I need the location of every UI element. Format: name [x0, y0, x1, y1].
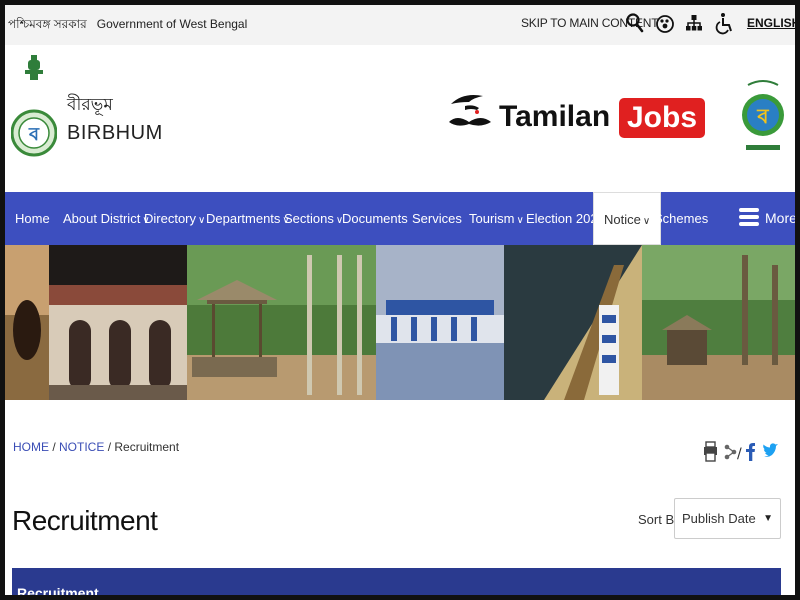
state-name-en: Government of West Bengal: [96, 17, 248, 31]
nav-item-sections[interactable]: Sections ∨: [284, 192, 343, 245]
sort-by-select[interactable]: Publish Date ▼: [674, 498, 781, 539]
chevron-down-icon: ∨: [516, 215, 524, 226]
print-icon: [704, 441, 717, 462]
share-icon: [724, 444, 737, 460]
nav-label: Documents: [342, 211, 408, 226]
banner-photo-forest-hut: [187, 245, 376, 400]
government-label: পশ্চিমবঙ্গ সরকার Government of West Benga…: [8, 16, 257, 36]
district-name-en: BIRBHUM: [67, 122, 163, 144]
search-icon[interactable]: [626, 12, 648, 36]
nav-item-schemes[interactable]: Schemes: [654, 192, 708, 245]
section-heading: Recruitment: [17, 585, 99, 595]
sort-by-value: Publish Date: [682, 511, 756, 526]
district-emblem[interactable]: ব: [10, 55, 58, 181]
ad-brand-text: Tamilan: [499, 100, 611, 133]
svg-text:ব: ব: [756, 104, 769, 128]
nav-label: Directory: [144, 211, 197, 226]
nav-label: Departments: [206, 211, 281, 226]
nav-item-notice[interactable]: Notice ∨: [593, 192, 662, 245]
nav-label: Schemes: [654, 211, 709, 226]
breadcrumb: HOME / NOTICE / Recruitment: [13, 440, 179, 454]
nav-item-documents[interactable]: Documents: [342, 192, 408, 245]
nav-label: Services: [412, 211, 462, 226]
wheelchair-icon[interactable]: [715, 12, 737, 36]
accessibility-icon[interactable]: [655, 12, 677, 36]
breadcrumb-separator: /: [104, 440, 115, 454]
district-name-bn: বীরভূম: [67, 95, 113, 114]
main-navigation: Home About District ∨ Directory ∨ Departme…: [5, 192, 795, 245]
banner-photo-sunset: [5, 245, 49, 400]
caret-down-icon: ▼: [763, 513, 773, 524]
breadcrumb-home[interactable]: HOME: [13, 440, 49, 454]
share-toolbar: /: [704, 441, 779, 463]
page-frame: পশ্চিমবঙ্গ সরকার Government of West Benga…: [5, 5, 795, 595]
nav-item-tourism[interactable]: Tourism ∨: [469, 192, 524, 245]
banner-photo-park-hut: [642, 245, 795, 400]
nav-label: Notice: [604, 212, 641, 227]
nav-label: About District: [63, 211, 141, 226]
more-label: More: [765, 210, 795, 226]
svg-text:ব: ব: [28, 124, 40, 145]
ad-badge-text: Jobs: [619, 98, 706, 138]
svg-text:/: /: [737, 446, 742, 462]
photo-banner: [5, 245, 795, 400]
sitemap-icon[interactable]: [685, 12, 707, 36]
nav-item-services[interactable]: Services: [412, 192, 462, 245]
nav-item-departments[interactable]: Departments ∨: [206, 192, 290, 245]
breadcrumb-separator: /: [49, 440, 60, 454]
nav-label: Sections: [284, 211, 334, 226]
breadcrumb-notice[interactable]: NOTICE: [59, 440, 104, 454]
chevron-down-icon: ∨: [642, 216, 651, 227]
chevron-down-icon: ∨: [198, 215, 206, 226]
nav-label: Home: [15, 211, 50, 226]
banner-photo-barrage: [376, 245, 504, 400]
nav-item-directory[interactable]: Directory ∨: [144, 192, 205, 245]
nav-item-about-district[interactable]: About District ∨: [63, 192, 150, 245]
mustache-face-icon: [449, 95, 491, 126]
language-switch[interactable]: ENGLISH: [747, 16, 795, 30]
state-name-bn: পশ্চিমবঙ্গ সরকার: [8, 17, 87, 31]
site-header: ব বীরভূম BIRBHUM Tamilan Jobs ব: [5, 45, 795, 192]
breadcrumb-current: Recruitment: [114, 440, 180, 454]
banner-photo-river-dock: [504, 245, 642, 400]
top-bar: পশ্চিমবঙ্গ সরকার Government of West Benga…: [5, 5, 795, 45]
twitter-icon: [763, 443, 778, 457]
nav-label: Tourism: [469, 211, 515, 226]
tamilanjobs-logo[interactable]: Tamilan Jobs: [443, 92, 706, 142]
facebook-icon: [746, 443, 755, 461]
hamburger-icon: [739, 205, 759, 231]
biswa-bangla-logo[interactable]: ব: [738, 67, 788, 165]
banner-photo-temple: [49, 245, 187, 400]
more-menu-button[interactable]: More: [739, 192, 795, 245]
nav-item-home[interactable]: Home: [15, 192, 50, 245]
page-title: Recruitment: [12, 505, 158, 536]
national-emblem-icon: [25, 55, 43, 80]
recruitment-section-header: Recruitment: [12, 568, 781, 595]
